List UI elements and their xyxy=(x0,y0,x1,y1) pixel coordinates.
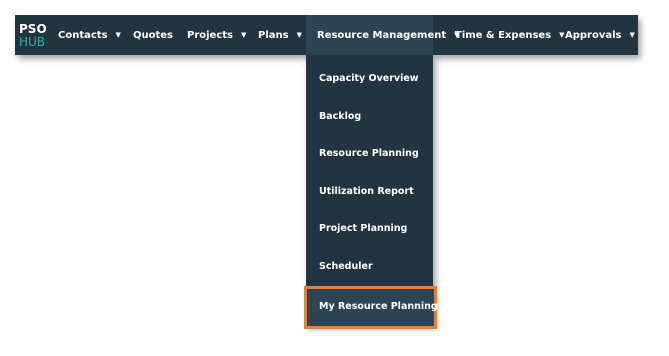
menu-item-my-resource-planning[interactable]: My Resource Planning xyxy=(304,286,438,329)
menu-item-label: Utilization Report xyxy=(319,186,414,197)
psohub-logo[interactable]: PSO HUB xyxy=(19,20,49,50)
nav-projects-label: Projects xyxy=(187,29,234,41)
caret-down-icon: ▼ xyxy=(296,31,302,39)
caret-down-icon: ▼ xyxy=(241,31,247,39)
menu-item-utilization-report[interactable]: Utilization Report xyxy=(306,173,433,210)
menu-item-label: Scheduler xyxy=(319,261,373,272)
nav-plans-label: Plans xyxy=(258,29,289,41)
menu-item-project-planning[interactable]: Project Planning xyxy=(306,210,433,247)
menu-item-capacity-overview[interactable]: Capacity Overview xyxy=(306,60,433,97)
nav-approvals[interactable]: Approvals ▼ xyxy=(565,15,635,55)
nav-plans[interactable]: Plans ▼ xyxy=(258,15,302,55)
caret-down-icon: ▼ xyxy=(559,31,565,39)
caret-down-icon: ▼ xyxy=(629,31,635,39)
menu-item-label: Resource Planning xyxy=(319,148,419,159)
top-navbar: PSO HUB Contacts ▼ Quotes Projects ▼ Pla… xyxy=(15,15,638,55)
menu-item-label: Capacity Overview xyxy=(319,73,419,84)
resource-management-dropdown: Capacity Overview Backlog Resource Plann… xyxy=(306,55,433,325)
nav-time-expenses-label: Time & Expenses xyxy=(455,29,552,41)
nav-projects[interactable]: Projects ▼ xyxy=(187,15,246,55)
nav-time-expenses[interactable]: Time & Expenses ▼ xyxy=(455,15,565,55)
menu-item-resource-planning[interactable]: Resource Planning xyxy=(306,135,433,172)
caret-down-icon: ▼ xyxy=(115,31,121,39)
nav-contacts-label: Contacts xyxy=(58,29,108,41)
nav-quotes[interactable]: Quotes xyxy=(133,15,173,55)
menu-item-backlog[interactable]: Backlog xyxy=(306,98,433,135)
menu-item-scheduler[interactable]: Scheduler xyxy=(306,248,433,285)
menu-item-label: Backlog xyxy=(319,111,362,122)
nav-resource-management-label: Resource Management xyxy=(317,29,447,41)
menu-item-label: Project Planning xyxy=(319,223,408,234)
logo-text-hub: HUB xyxy=(19,35,46,49)
nav-resource-management[interactable]: Resource Management ▼ xyxy=(306,15,460,55)
menu-item-label: My Resource Planning xyxy=(319,301,438,312)
logo-text-pso: PSO xyxy=(19,22,47,36)
nav-quotes-label: Quotes xyxy=(133,29,174,41)
nav-approvals-label: Approvals xyxy=(565,29,622,41)
nav-contacts[interactable]: Contacts ▼ xyxy=(58,15,121,55)
